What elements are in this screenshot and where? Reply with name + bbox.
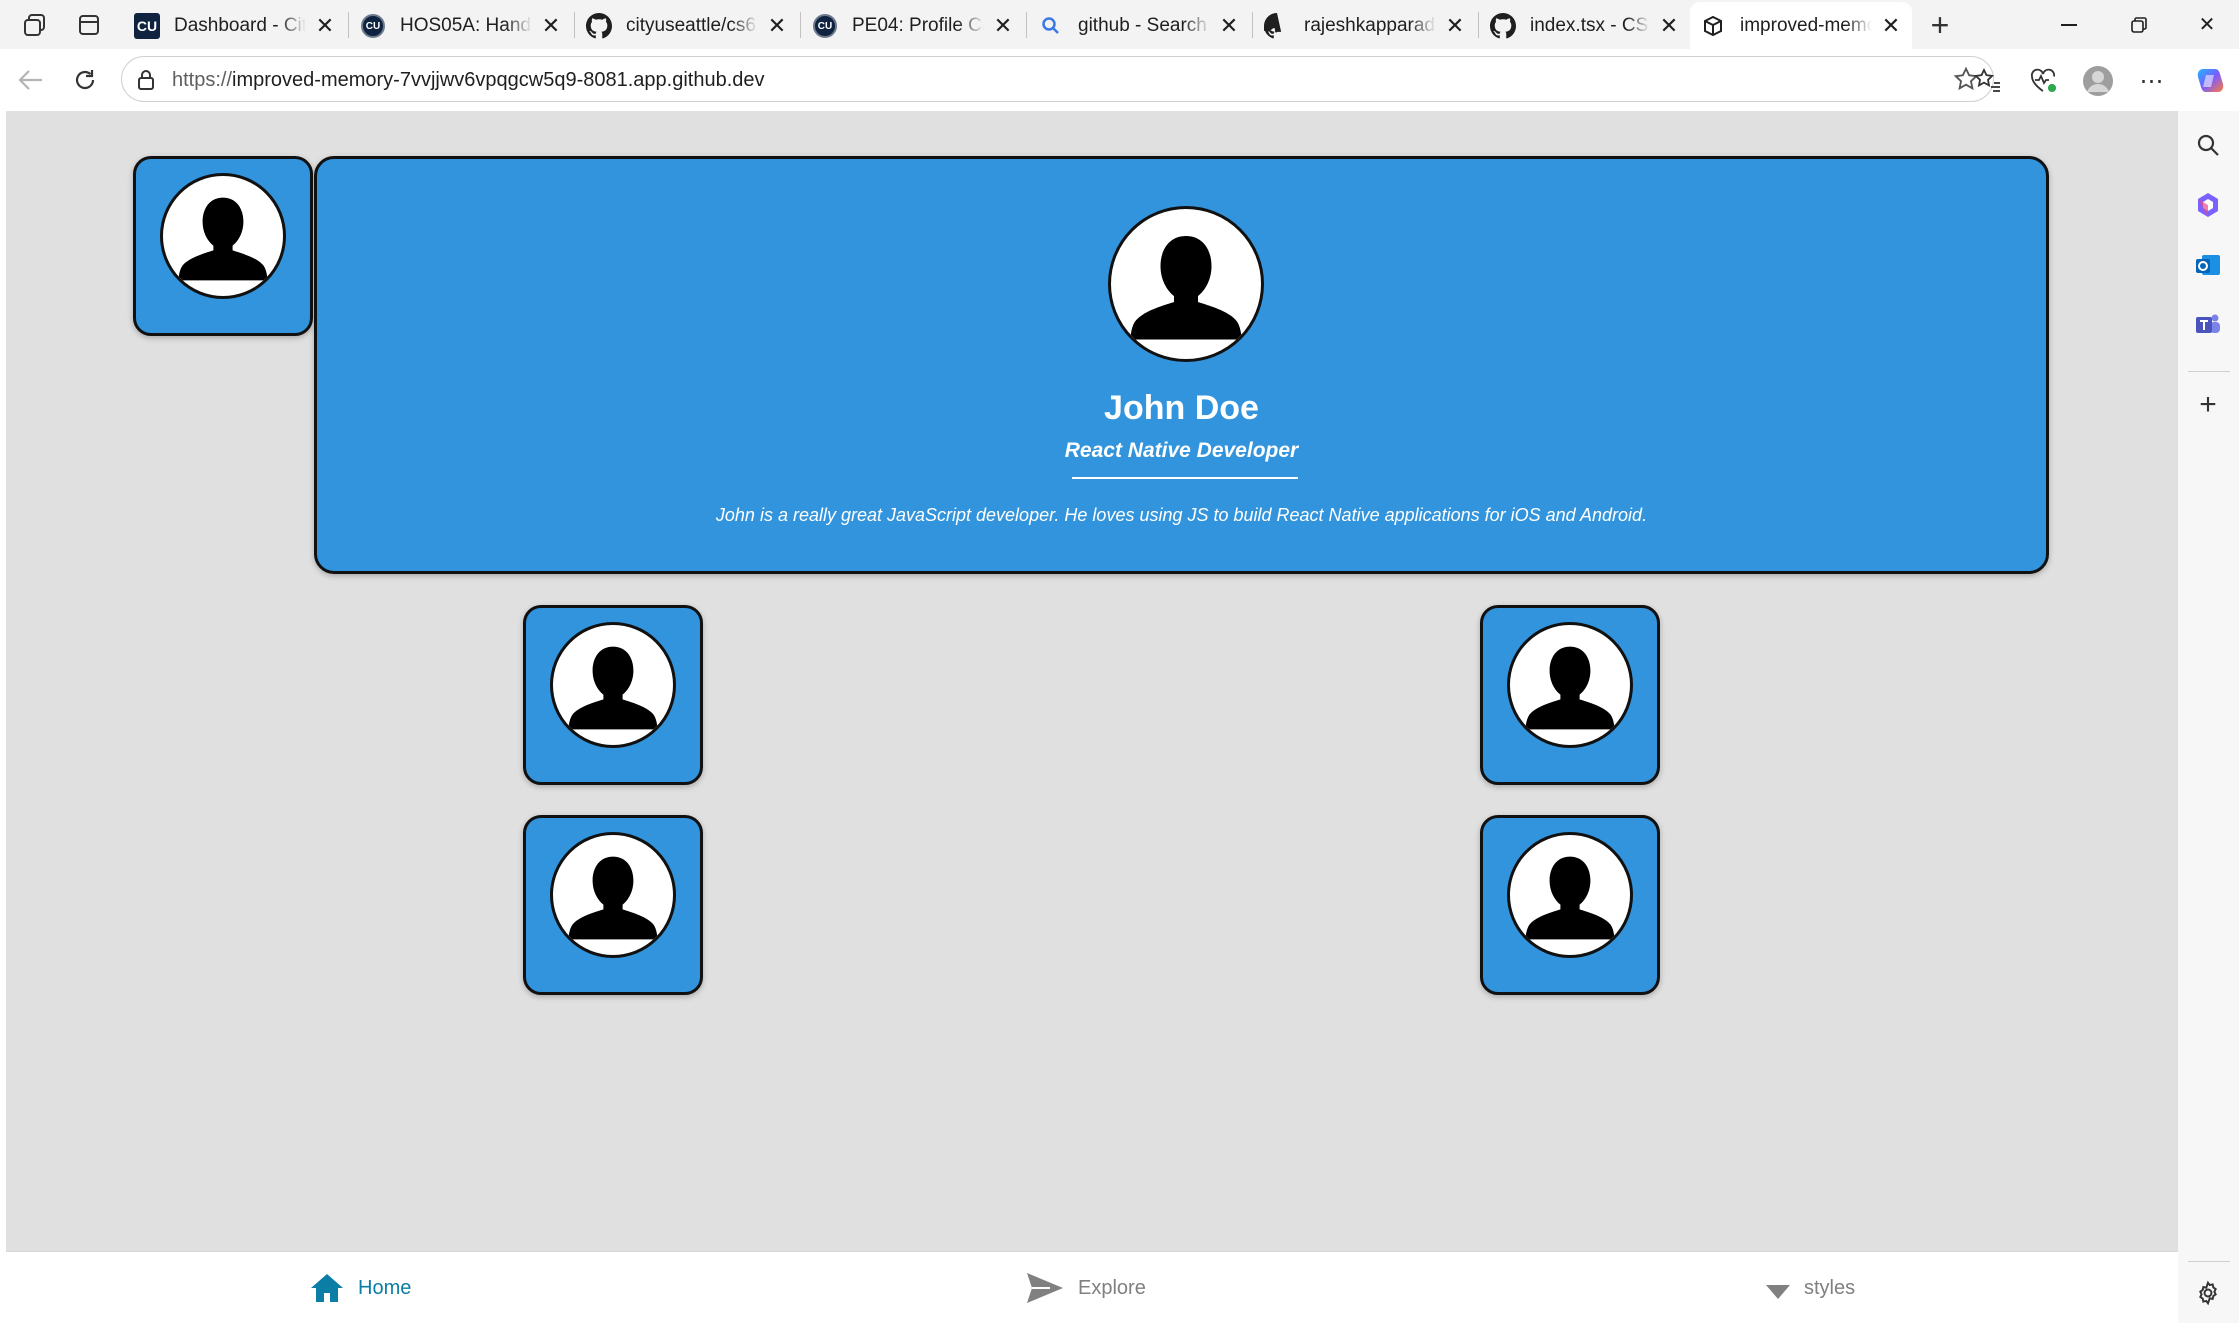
close-icon[interactable]: ✕ xyxy=(1218,13,1240,39)
tab-home[interactable]: Home xyxy=(310,1252,411,1323)
send-icon xyxy=(1026,1272,1064,1304)
tab-rajeshkapparad[interactable]: rajeshkapparad ✕ xyxy=(1254,5,1476,47)
search-icon[interactable] xyxy=(2192,129,2224,161)
office-icon[interactable] xyxy=(2192,189,2224,221)
github-icon xyxy=(1490,13,1516,39)
tab-styles[interactable]: styles xyxy=(1766,1252,1855,1323)
profile-card-collapsed[interactable] xyxy=(523,605,703,785)
caret-down-icon xyxy=(1766,1285,1790,1299)
address-bar[interactable]: https://improved-memory-7vvjjwv6vpqgcw5q… xyxy=(121,56,1994,102)
search-icon xyxy=(1038,13,1064,39)
outlook-icon[interactable] xyxy=(2192,249,2224,281)
profile-card-collapsed[interactable] xyxy=(133,156,313,336)
tab-cityuseattle[interactable]: cityuseattle/cs62 ✕ xyxy=(576,5,798,47)
back-button[interactable] xyxy=(10,59,52,101)
bottom-tab-bar: Home Explore styles xyxy=(6,1251,2178,1323)
minimize-button[interactable] xyxy=(2034,0,2104,49)
cu-badge-icon: CU xyxy=(134,13,160,39)
close-icon[interactable]: ✕ xyxy=(314,13,336,39)
codespaces-icon xyxy=(1700,13,1726,39)
github-icon xyxy=(586,13,612,39)
profile-avatar-icon[interactable] xyxy=(2078,61,2118,101)
browser-sidebar: + xyxy=(2178,111,2239,1323)
user-silhouette-icon xyxy=(160,173,286,299)
add-sidebar-app-icon[interactable]: + xyxy=(2192,388,2224,421)
profile-description: John is a really great JavaScript develo… xyxy=(715,505,1648,525)
browser-tab-strip: CU Dashboard - City ✕ CU HOS05A: Hands ✕… xyxy=(0,0,2239,49)
profile-card-collapsed[interactable] xyxy=(1480,605,1660,785)
tab-index-tsx[interactable]: index.tsx - CS62 ✕ xyxy=(1480,5,1690,47)
close-icon[interactable]: ✕ xyxy=(1658,13,1680,39)
github-icon xyxy=(1264,13,1290,39)
url-text: https://improved-memory-7vvjjwv6vpqgcw5q… xyxy=(172,69,765,91)
close-icon[interactable]: ✕ xyxy=(540,13,562,39)
restore-button[interactable] xyxy=(2104,0,2174,49)
lock-icon[interactable] xyxy=(136,69,156,96)
new-tab-button[interactable]: + xyxy=(1920,6,1960,44)
profile-card-collapsed[interactable] xyxy=(1480,815,1660,995)
copilot-icon[interactable] xyxy=(2190,61,2230,101)
close-icon[interactable]: ✕ xyxy=(992,13,1014,39)
user-silhouette-icon xyxy=(550,622,676,748)
home-icon xyxy=(310,1272,344,1304)
browser-toolbar: https://improved-memory-7vvjjwv6vpqgcw5q… xyxy=(0,49,2239,111)
profile-name: John Doe xyxy=(1104,389,1259,427)
user-silhouette-icon xyxy=(1108,206,1264,362)
tab-dashboard[interactable]: CU Dashboard - City ✕ xyxy=(124,5,346,47)
divider xyxy=(1072,477,1298,479)
workspaces-icon[interactable] xyxy=(18,9,52,41)
vertical-tabs-icon[interactable] xyxy=(72,9,106,41)
teams-icon[interactable] xyxy=(2192,309,2224,341)
tab-improved-memory[interactable]: improved-memo ✕ xyxy=(1690,2,1912,49)
tab-hos05a[interactable]: CU HOS05A: Hands ✕ xyxy=(350,5,572,47)
refresh-button[interactable] xyxy=(64,59,106,101)
cu-round-icon: CU xyxy=(812,13,838,39)
close-icon[interactable]: ✕ xyxy=(1444,13,1466,39)
user-silhouette-icon xyxy=(550,832,676,958)
profile-card-collapsed[interactable] xyxy=(523,815,703,995)
user-silhouette-icon xyxy=(1507,622,1633,748)
app-viewport: John Doe React Native Developer John is … xyxy=(6,111,2178,1323)
profile-job-title: React Native Developer xyxy=(1064,439,1299,462)
favorites-icon[interactable] xyxy=(1968,61,2008,101)
browser-essentials-icon[interactable] xyxy=(2024,61,2064,101)
cu-round-icon: CU xyxy=(360,13,386,39)
close-icon[interactable]: ✕ xyxy=(766,13,788,39)
user-silhouette-icon xyxy=(1507,832,1633,958)
close-icon[interactable]: ✕ xyxy=(1880,13,1902,39)
close-window-button[interactable]: ✕ xyxy=(2172,0,2239,49)
tab-github-search[interactable]: github - Search ✕ xyxy=(1028,5,1250,47)
settings-gear-icon[interactable] xyxy=(2192,1277,2224,1309)
tab-pe04[interactable]: CU PE04: Profile Car ✕ xyxy=(802,5,1024,47)
profile-card-expanded[interactable]: John Doe React Native Developer John is … xyxy=(314,156,2049,574)
more-options-icon[interactable]: ⋯ xyxy=(2132,61,2172,101)
tab-explore[interactable]: Explore xyxy=(1026,1252,1146,1323)
